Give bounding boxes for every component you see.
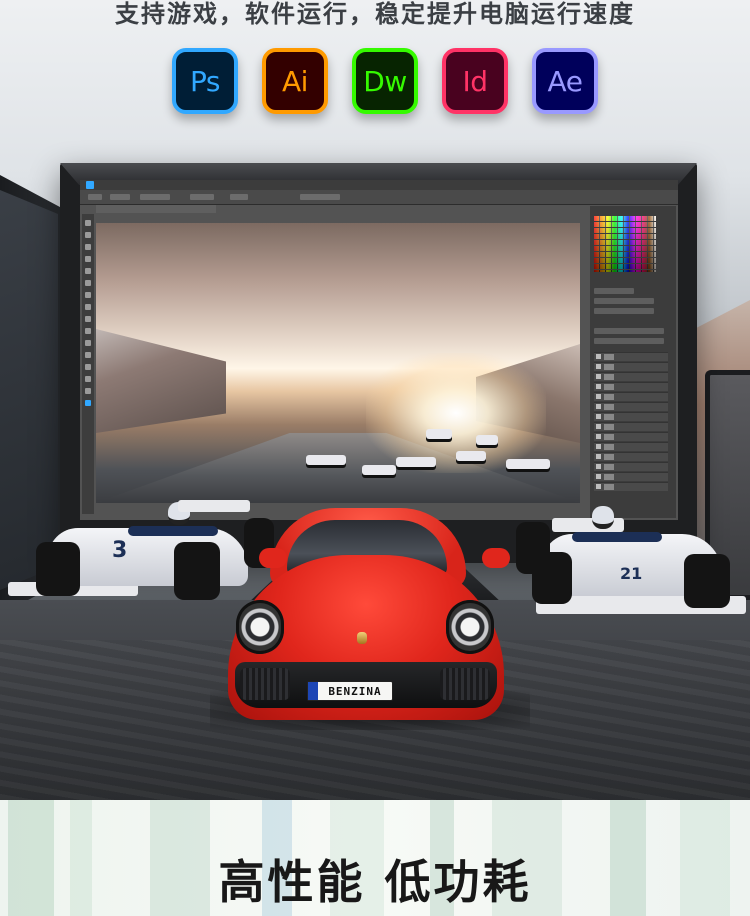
race-car bbox=[456, 451, 486, 461]
wheel bbox=[684, 554, 730, 608]
f1-car-left: 3 bbox=[8, 490, 278, 610]
layer-row[interactable] bbox=[594, 442, 668, 451]
ps-document-tab bbox=[96, 205, 216, 213]
f1-car-right: 21 bbox=[512, 492, 750, 632]
layer-row[interactable] bbox=[594, 352, 668, 361]
ps-options-bar bbox=[80, 190, 678, 205]
headlight bbox=[236, 600, 284, 654]
race-car bbox=[362, 465, 396, 475]
license-plate: BENZINA bbox=[307, 681, 393, 701]
tagline: 支持游戏，软件运行，稳定提升电脑运行速度 bbox=[115, 0, 635, 28]
layer-row[interactable] bbox=[594, 372, 668, 381]
side-mirror bbox=[259, 548, 287, 568]
photoshop-logo-icon bbox=[86, 181, 94, 189]
rear-wing bbox=[178, 500, 250, 512]
layer-row[interactable] bbox=[594, 362, 668, 371]
layer-row[interactable] bbox=[594, 412, 668, 421]
layer-row[interactable] bbox=[594, 432, 668, 441]
photoshop-window bbox=[80, 180, 678, 520]
app-icon-row: Ps Ai Dw Id Ae bbox=[0, 48, 750, 120]
air-intake bbox=[240, 668, 290, 700]
layer-row[interactable] bbox=[594, 472, 668, 481]
layer-row[interactable] bbox=[594, 462, 668, 471]
wheel bbox=[532, 552, 572, 604]
license-plate-text: BENZINA bbox=[328, 684, 382, 698]
layer-row[interactable] bbox=[594, 422, 668, 431]
after-effects-icon: Ae bbox=[532, 48, 598, 114]
side-mirror bbox=[482, 548, 510, 568]
indesign-icon: Id bbox=[442, 48, 508, 114]
ps-panels bbox=[590, 206, 676, 518]
layer-row[interactable] bbox=[594, 482, 668, 491]
illustrator-icon: Ai bbox=[262, 48, 328, 114]
layer-row[interactable] bbox=[594, 392, 668, 401]
ps-canvas-race-image bbox=[96, 223, 580, 503]
ps-menubar bbox=[80, 180, 678, 190]
photoshop-icon: Ps bbox=[172, 48, 238, 114]
headlight bbox=[446, 600, 494, 654]
race-car bbox=[506, 459, 550, 469]
dreamweaver-icon: Dw bbox=[352, 48, 418, 114]
swatches-panel bbox=[594, 216, 656, 272]
driver-helmet bbox=[592, 506, 614, 529]
layer-row[interactable] bbox=[594, 382, 668, 391]
grandstand-left bbox=[96, 329, 226, 433]
ps-toolbar bbox=[82, 214, 94, 514]
race-car bbox=[396, 457, 436, 467]
car-number: 21 bbox=[620, 564, 643, 583]
race-car bbox=[426, 429, 452, 439]
wheel bbox=[36, 542, 80, 596]
car-number: 3 bbox=[112, 538, 128, 563]
air-intake bbox=[440, 668, 490, 700]
eu-plate-band bbox=[308, 682, 318, 700]
layer-row[interactable] bbox=[594, 452, 668, 461]
hero-scene: 支持游戏，软件运行，稳定提升电脑运行速度 Ps Ai Dw Id Ae 3 21… bbox=[0, 0, 750, 800]
banner-title: 高性能 低功耗 bbox=[218, 855, 532, 909]
wheel bbox=[174, 542, 220, 600]
layer-row[interactable] bbox=[594, 402, 668, 411]
car-badge-icon bbox=[357, 632, 367, 644]
race-car bbox=[306, 455, 346, 465]
race-car bbox=[476, 435, 498, 445]
